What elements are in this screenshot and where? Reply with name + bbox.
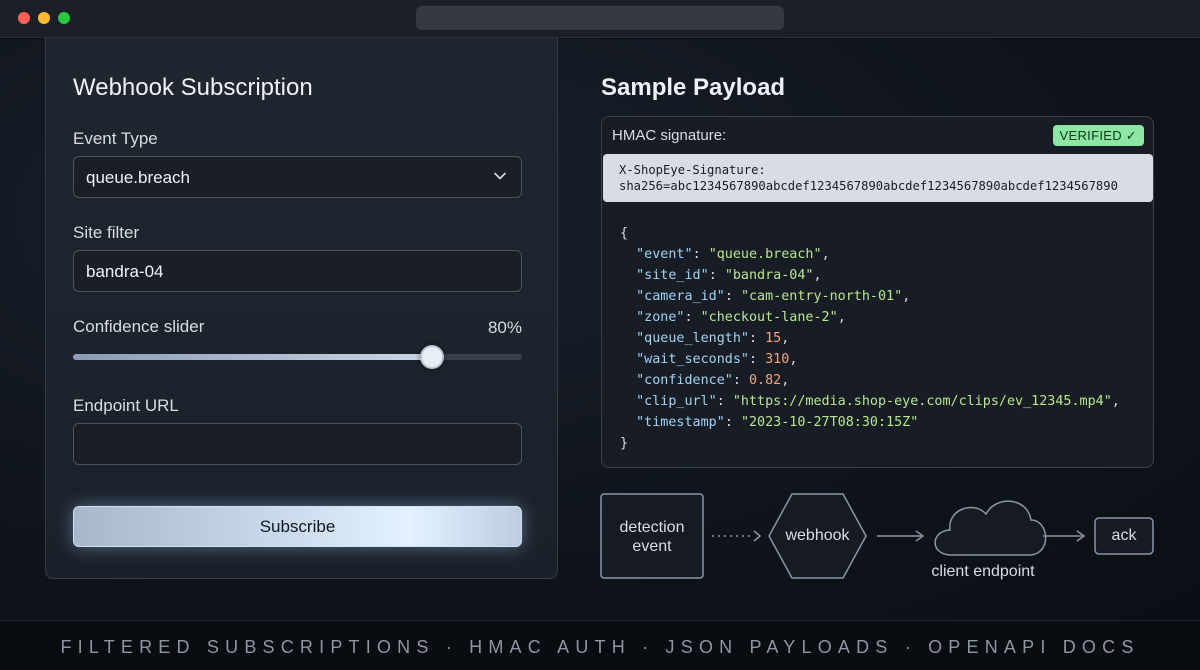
- json-comma: ,: [789, 352, 798, 367]
- json-line: "confidence": 0.82,: [620, 370, 1120, 391]
- json-value: "cam-entry-north-01": [740, 289, 903, 304]
- json-key: "queue_length": [636, 331, 749, 346]
- confidence-slider[interactable]: [73, 345, 522, 369]
- json-comma: ,: [813, 268, 822, 283]
- json-value: 310: [765, 352, 790, 367]
- json-colon: :: [684, 310, 701, 325]
- json-line: "site_id": "bandra-04",: [620, 265, 1120, 286]
- json-open-brace: {: [620, 226, 629, 241]
- verified-badge: VERIFIED ✓: [1052, 125, 1144, 146]
- json-colon: :: [692, 247, 709, 262]
- json-value: "https://media.shop-eye.com/clips/ev_123…: [732, 394, 1112, 409]
- json-colon: :: [749, 352, 766, 367]
- confidence-slider-thumb[interactable]: [420, 345, 445, 369]
- payload-title: Sample Payload: [601, 74, 786, 101]
- json-colon: :: [732, 373, 749, 388]
- json-value: 15: [765, 331, 782, 346]
- endpoint-url-label: Endpoint URL: [73, 396, 179, 415]
- json-colon: :: [716, 394, 733, 409]
- site-filter-label: Site filter: [73, 223, 140, 242]
- client-endpoint-label: client endpoint: [931, 563, 1035, 580]
- signature-value: sha256=abc1234567890abcdef1234567890abcd…: [619, 179, 1118, 193]
- json-value: "checkout-lane-2": [700, 310, 838, 325]
- subscribe-button[interactable]: Subscribe: [73, 506, 522, 547]
- json-value: "queue.breach": [708, 247, 822, 262]
- detection-event-label: detection event: [601, 518, 703, 556]
- json-key: "timestamp": [636, 415, 725, 430]
- json-comma: ,: [902, 289, 911, 304]
- detection-event-label-line2: event: [632, 538, 672, 555]
- json-colon: :: [749, 331, 766, 346]
- webhook-label: webhook: [785, 527, 850, 544]
- confidence-slider-fill: [73, 354, 433, 360]
- subscription-form-panel: [45, 38, 558, 579]
- json-key: "event": [636, 247, 693, 262]
- json-line: "camera_id": "cam-entry-north-01",: [620, 286, 1120, 307]
- json-comma: ,: [781, 331, 790, 346]
- json-key: "zone": [636, 310, 685, 325]
- json-close-brace: }: [620, 436, 629, 451]
- signature-header: X-ShopEye-Signature:: [619, 163, 766, 177]
- payload-code-card: HMAC signature: VERIFIED ✓ X-ShopEye-Sig…: [601, 116, 1154, 468]
- feature-footer: FILTERED SUBSCRIPTIONS · HMAC AUTH · JSO…: [0, 620, 1200, 670]
- json-payload: { "event": "queue.breach", "site_id": "b…: [620, 223, 1120, 454]
- json-key: "clip_url": [636, 394, 717, 409]
- json-line: "timestamp": "2023-10-27T08:30:15Z": [620, 412, 1120, 433]
- json-colon: :: [708, 268, 725, 283]
- json-colon: :: [724, 289, 741, 304]
- json-value: "2023-10-27T08:30:15Z": [740, 415, 919, 430]
- json-colon: :: [724, 415, 741, 430]
- footer-features-text: FILTERED SUBSCRIPTIONS · HMAC AUTH · JSO…: [60, 637, 1140, 657]
- form-title: Webhook Subscription: [73, 74, 313, 101]
- site-filter-input[interactable]: bandra-04: [73, 250, 522, 292]
- json-line: "queue_length": 15,: [620, 328, 1120, 349]
- event-type-label: Event Type: [73, 129, 158, 148]
- cloud-icon: [934, 500, 1047, 556]
- window-titlebar: [0, 0, 1200, 38]
- confidence-slider-label: Confidence slider: [73, 317, 205, 336]
- site-filter-value: bandra-04: [86, 262, 164, 281]
- confidence-value: 80%: [487, 318, 522, 337]
- close-window-button[interactable]: [18, 12, 30, 24]
- json-line: "clip_url": "https://media.shop-eye.com/…: [620, 391, 1120, 412]
- dotted-arrow-head: [753, 530, 762, 542]
- json-key: "camera_id": [636, 289, 725, 304]
- json-value: 0.82: [749, 373, 782, 388]
- json-key: "site_id": [636, 268, 709, 283]
- json-line: "wait_seconds": 310,: [620, 349, 1120, 370]
- json-key: "wait_seconds": [636, 352, 749, 367]
- signature-box: X-ShopEye-Signature: sha256=abc123456789…: [603, 154, 1153, 202]
- minimize-window-button[interactable]: [38, 12, 50, 24]
- ack-label: ack: [1111, 527, 1137, 544]
- hmac-signature-label: HMAC signature:: [612, 127, 727, 144]
- json-comma: ,: [821, 247, 830, 262]
- json-line: "zone": "checkout-lane-2",: [620, 307, 1120, 328]
- json-line: "event": "queue.breach",: [620, 244, 1120, 265]
- chevron-down-icon: [494, 172, 506, 180]
- address-bar[interactable]: [416, 6, 784, 30]
- event-type-value: queue.breach: [86, 168, 190, 187]
- json-comma: ,: [837, 310, 846, 325]
- detection-event-label-line1: detection: [619, 519, 685, 536]
- event-type-select[interactable]: queue.breach: [73, 156, 522, 198]
- json-comma: ,: [781, 373, 790, 388]
- json-key: "confidence": [636, 373, 733, 388]
- maximize-window-button[interactable]: [58, 12, 70, 24]
- json-value: "bandra-04": [724, 268, 814, 283]
- json-comma: ,: [1111, 394, 1120, 409]
- endpoint-url-input[interactable]: [73, 423, 522, 465]
